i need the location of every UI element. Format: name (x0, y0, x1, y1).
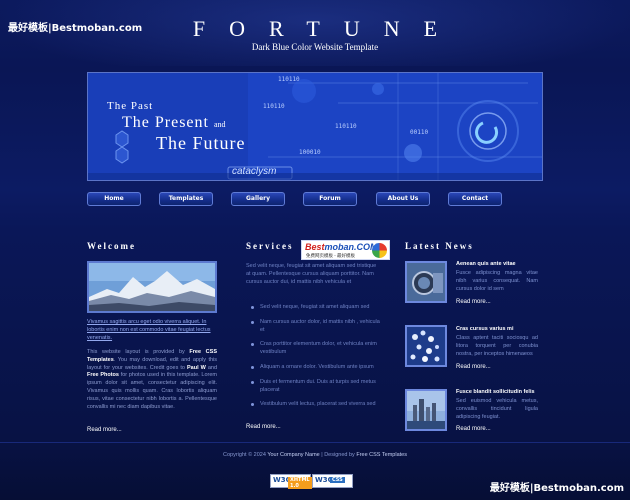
bullet-icon (251, 306, 254, 309)
news-thumb-2[interactable] (405, 325, 447, 367)
service-item-text: Cras porttitor elementum dolor, et vehic… (260, 341, 377, 356)
bestmoban-logo-brand-b: moban.COM (324, 242, 378, 252)
footer-divider (0, 442, 630, 443)
site-title[interactable]: FORTUNE (0, 16, 630, 42)
news-thumb-1[interactable] (405, 261, 447, 303)
banner-text-and: and (213, 120, 226, 129)
site-tagline: Dark Blue Color Website Template (251, 42, 379, 52)
bestmoban-logo-icon (372, 243, 387, 258)
service-item-text: Vestibulum velit lectus, placerat sed vi… (260, 401, 376, 408)
welcome-read-more[interactable]: Read more... (87, 427, 122, 433)
news-body-3: Sed euismod vehicula metus, convallis ti… (456, 398, 538, 420)
banner-text-present: The Present and (122, 114, 226, 132)
services-list: Sed velit neque, feugiat sit amet aliqua… (246, 304, 380, 416)
news-title-1[interactable]: Aenean quis ante vitae (456, 261, 536, 267)
banner-binary-5: 110110 (263, 103, 285, 110)
banner-binary-3: 100010 (299, 149, 321, 156)
news-thumb-3[interactable] (405, 389, 447, 431)
service-item[interactable]: Sed velit neque, feugiat sit amet aliqua… (246, 304, 380, 312)
service-item[interactable]: Nam cursus auctor dolor, id mattis nibh … (246, 319, 380, 335)
service-item[interactable]: Cras porttitor elementum dolor, et vehic… (246, 341, 380, 357)
service-item-text: Duis et fermentum dui. Duis at turpis se… (260, 378, 376, 393)
bestmoban-logo[interactable]: Bestmoban.COM 免费网页模板 - 最好模板 (301, 240, 390, 260)
news-body-1: Fusce adipiscing magna vitae nibh varius… (456, 270, 538, 292)
welcome-mountain-image (87, 261, 217, 313)
service-item-text: Sed velit neque, feugiat sit amet aliqua… (260, 304, 370, 310)
banner-text-past: The Past (107, 100, 154, 112)
bestmoban-logo-text: Bestmoban.COM (305, 242, 378, 252)
footer-company-link[interactable]: Your Company Name (267, 452, 319, 458)
nav-forum[interactable]: Forum (303, 192, 357, 206)
nav-gallery[interactable]: Gallery (231, 192, 285, 206)
news-title-3[interactable]: Fusce blandit sollicitudin felis (456, 389, 536, 395)
banner-binary-1: 110110 (278, 76, 300, 83)
bestmoban-logo-brand-a: Best (305, 242, 325, 252)
service-item-text: Aliquam a ornare dolor. Vestibulum ante … (260, 363, 374, 370)
bullet-icon (251, 403, 254, 407)
bullet-icon (251, 365, 254, 369)
news-read-more-2[interactable]: Read more... (456, 364, 491, 370)
service-item[interactable]: Vestibulum velit lectus, placerat sed vi… (246, 401, 380, 409)
service-item[interactable]: Duis et fermentum dui. Duis at turpis se… (246, 379, 380, 395)
banner-binary-4: 00110 (410, 129, 429, 136)
banner-text-future: The Future (156, 133, 246, 153)
service-item[interactable]: Aliquam a ornare dolor. Vestibulum ante … (246, 364, 380, 372)
news-title-2[interactable]: Cras cursus varius mi (456, 326, 536, 332)
service-item-text: Nam cursus auctor dolor, id mattis nibh … (260, 318, 380, 333)
welcome-body-intro: This website layout is provided by (87, 349, 185, 355)
nav-contact[interactable]: Contact (448, 192, 502, 206)
welcome-caption[interactable]: Vivamus sagittis arcu eget odio viverra … (87, 318, 217, 342)
hero-banner: The Past The Present and The Future 1101… (87, 72, 543, 181)
watermark-bottom-right: 最好模板|Bestmoban.com (489, 483, 624, 494)
css-tag: CSS (330, 477, 345, 483)
welcome-heading: Welcome (87, 241, 136, 251)
news-heading: Latest News (405, 241, 474, 251)
news-body-2: Class aptent taciti sociosqu ad litora t… (456, 335, 538, 357)
news-read-more-1[interactable]: Read more... (456, 299, 491, 305)
link-free-photos[interactable]: Free Photos (87, 372, 119, 378)
nav-templates[interactable]: Templates (159, 192, 213, 206)
services-read-more[interactable]: Read more... (246, 424, 281, 430)
welcome-body: This website layout is provided by Free … (87, 349, 217, 411)
css-valid-badge[interactable]: W3C CSS (312, 474, 353, 488)
bullet-icon (251, 320, 254, 324)
footer-copyright: Copyright © 2024 Your Company Name | Des… (0, 452, 630, 458)
news-read-more-3[interactable]: Read more... (456, 426, 491, 432)
nav-home[interactable]: Home (87, 192, 141, 206)
footer-prefix: Copyright © 2024 (223, 452, 266, 458)
bullet-icon (251, 380, 254, 384)
banner-brand: cataclysm (232, 166, 277, 177)
banner-text-present-main: The Present (122, 114, 209, 131)
bullet-icon (251, 343, 254, 347)
bestmoban-logo-sub: 免费网页模板 - 最好模板 (306, 253, 355, 258)
banner-binary-2: 110110 (335, 123, 357, 130)
nav-about-us[interactable]: About Us (376, 192, 430, 206)
services-heading: Services (246, 241, 294, 251)
xhtml-tag: XHTML 1.0 (288, 477, 312, 489)
services-intro: Sed velit neque, feugiat sit amet aliqua… (246, 263, 377, 285)
link-paul-w[interactable]: Paul W (187, 365, 206, 371)
footer-designer-link[interactable]: Free CSS Templates (356, 452, 407, 458)
welcome-body-mid2: and (207, 364, 218, 371)
footer-sep: | Designed by (321, 452, 355, 458)
xhtml-valid-badge[interactable]: W3C XHTML 1.0 (270, 474, 312, 489)
